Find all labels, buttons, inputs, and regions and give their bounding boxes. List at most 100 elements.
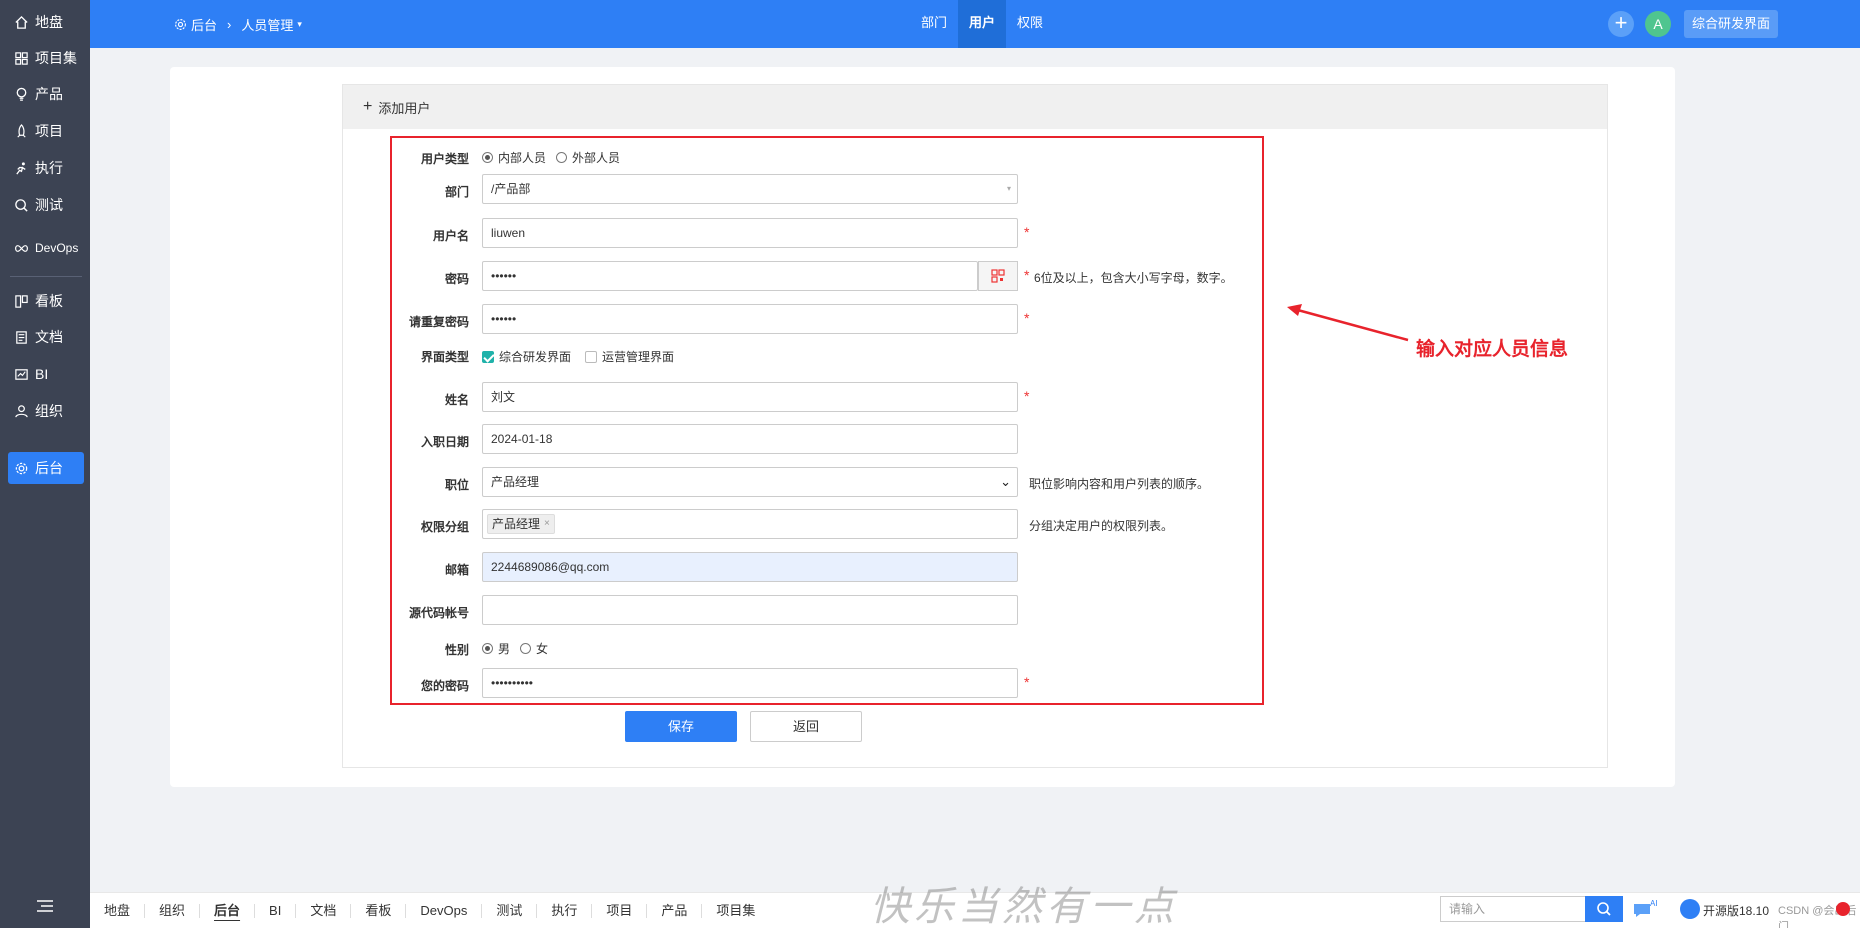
dept-select[interactable]: /产品部 ▾ bbox=[482, 174, 1018, 204]
tab-privilege[interactable]: 权限 bbox=[1006, 0, 1054, 48]
footer-item-test[interactable]: 测试 bbox=[482, 904, 538, 918]
save-button[interactable]: 保存 bbox=[625, 711, 737, 742]
footer-item-admin[interactable]: 后台 bbox=[200, 904, 256, 918]
radio-label: 内部人员 bbox=[498, 151, 547, 165]
view-switch-button[interactable]: 综合研发界面 bbox=[1684, 10, 1778, 38]
required-mark: * bbox=[1024, 674, 1030, 690]
radio-external[interactable]: 外部人员 bbox=[556, 149, 620, 166]
sidebar-item-home[interactable]: 地盘 bbox=[8, 6, 84, 38]
field-label: 界面类型 bbox=[420, 350, 469, 364]
password-repeat-input[interactable]: •••••• bbox=[482, 304, 1018, 334]
footer-item-devops[interactable]: DevOps bbox=[406, 904, 483, 918]
verify-password-input[interactable]: •••••••••• bbox=[482, 668, 1018, 698]
main-nav: 部门 用户 权限 bbox=[910, 0, 1054, 48]
commiter-input[interactable] bbox=[482, 595, 1018, 625]
quick-add-button[interactable]: + bbox=[1608, 11, 1634, 37]
chevron-down-icon: ▾ bbox=[297, 18, 302, 29]
remove-tag-icon[interactable]: × bbox=[544, 515, 550, 533]
sidebar-item-label: 地盘 bbox=[35, 14, 63, 30]
sidebar-item-devops[interactable]: DevOps bbox=[8, 232, 84, 264]
footer-item-execution[interactable]: 执行 bbox=[537, 904, 593, 918]
tab-dept[interactable]: 部门 bbox=[910, 0, 958, 48]
back-button[interactable]: 返回 bbox=[750, 711, 862, 742]
footer-item-product[interactable]: 产品 bbox=[647, 904, 703, 918]
sidebar-item-label: 看板 bbox=[35, 293, 63, 309]
footer-search-input[interactable]: 请输入 bbox=[1440, 896, 1586, 922]
sidebar-item-admin[interactable]: 后台 bbox=[8, 452, 84, 484]
radio-label: 女 bbox=[536, 642, 549, 656]
home-icon bbox=[15, 15, 28, 29]
sidebar-item-label: BI bbox=[35, 366, 49, 382]
field-label: 权限分组 bbox=[420, 520, 469, 534]
tab-user[interactable]: 用户 bbox=[958, 0, 1007, 48]
sidebar-item-label: 后台 bbox=[35, 460, 63, 476]
breadcrumb-item-admin[interactable]: 后台 bbox=[174, 15, 217, 34]
panel-title: 添加用户 bbox=[378, 100, 431, 116]
field-label: 部门 bbox=[444, 185, 469, 199]
role-help: 职位影响内容和用户列表的顺序。 bbox=[1029, 477, 1210, 491]
sidebar-item-execution[interactable]: 执行 bbox=[8, 152, 84, 184]
email-input[interactable]: 2244689086@qq.com bbox=[482, 552, 1018, 582]
field-label: 请重复密码 bbox=[408, 315, 469, 329]
gear-icon bbox=[175, 18, 186, 30]
radio-dot bbox=[520, 643, 532, 654]
svg-text:AI: AI bbox=[1650, 899, 1658, 908]
generate-password-button[interactable] bbox=[978, 261, 1018, 291]
field-label: 职位 bbox=[444, 478, 469, 492]
sidebar-item-bi[interactable]: BI bbox=[8, 358, 84, 390]
avatar[interactable]: A bbox=[1645, 11, 1671, 37]
ai-chat-icon[interactable]: AI bbox=[1632, 898, 1660, 920]
plus-icon: + bbox=[363, 98, 373, 115]
breadcrumb: 后台 › 人员管理 ▾ bbox=[174, 0, 302, 48]
group-help: 分组决定用户的权限列表。 bbox=[1029, 519, 1174, 533]
footer-item-org[interactable]: 组织 bbox=[145, 904, 201, 918]
run-icon bbox=[16, 161, 26, 175]
zentao-logo-icon bbox=[1680, 899, 1700, 919]
annotation-text: 输入对应人员信息 bbox=[1416, 339, 1569, 360]
footer-item-bi[interactable]: BI bbox=[255, 904, 297, 918]
sidebar-item-product[interactable]: 产品 bbox=[8, 78, 84, 110]
sidebar: 地盘 项目集 产品 项目 执行 测试 DevOps 看板 文档 BI 组织 后台 bbox=[0, 0, 90, 928]
footer-item-project[interactable]: 项目 bbox=[592, 904, 648, 918]
username-input[interactable]: liuwen bbox=[482, 218, 1018, 248]
footer-item-my[interactable]: 地盘 bbox=[90, 904, 146, 918]
radio-internal[interactable]: 内部人员 bbox=[482, 149, 546, 166]
annotation-arrow-icon bbox=[1287, 304, 1409, 342]
menu-collapse-icon[interactable] bbox=[34, 898, 56, 914]
role-select[interactable]: 产品经理 ⌄ bbox=[482, 467, 1018, 497]
sidebar-item-test[interactable]: 测试 bbox=[8, 189, 84, 221]
password-input[interactable]: •••••• bbox=[482, 261, 978, 291]
group-multiselect[interactable]: 产品经理 × bbox=[482, 509, 1018, 539]
sidebar-item-doc[interactable]: 文档 bbox=[8, 321, 84, 353]
people-icon bbox=[15, 404, 28, 417]
version-text: 开源版18.10 bbox=[1703, 904, 1770, 918]
sidebar-item-program[interactable]: 项目集 bbox=[8, 42, 84, 74]
chevron-down-icon: ⌄ bbox=[1000, 474, 1011, 489]
realname-input[interactable]: 刘文 bbox=[482, 382, 1018, 412]
radio-female[interactable]: 女 bbox=[520, 640, 548, 657]
breadcrumb-item-user-management[interactable]: 人员管理 ▾ bbox=[241, 15, 302, 34]
field-label: 用户类型 bbox=[420, 152, 469, 166]
field-label: 您的密码 bbox=[420, 679, 469, 693]
checkbox-ops-ui[interactable]: 运营管理界面 bbox=[585, 348, 674, 365]
sidebar-item-project[interactable]: 项目 bbox=[8, 115, 84, 147]
sidebar-item-kanban[interactable]: 看板 bbox=[8, 285, 84, 317]
tag-label: 产品经理 bbox=[492, 517, 541, 531]
checkbox-rnd-ui[interactable]: 综合研发界面 bbox=[482, 348, 571, 365]
footer-item-program[interactable]: 项目集 bbox=[702, 904, 769, 918]
sidebar-divider bbox=[10, 276, 82, 277]
search-button[interactable] bbox=[1585, 896, 1623, 922]
footer-nav: 地盘 组织 后台 BI 文档 看板 DevOps 测试 执行 项目 产品 项目集 bbox=[90, 893, 769, 928]
panel-header: + 添加用户 bbox=[343, 85, 1607, 129]
footer-item-kanban[interactable]: 看板 bbox=[351, 904, 407, 918]
required-mark: * bbox=[1024, 388, 1030, 404]
required-mark: * bbox=[1024, 224, 1030, 240]
sidebar-item-org[interactable]: 组织 bbox=[8, 395, 84, 427]
test-icon bbox=[15, 198, 28, 212]
radio-male[interactable]: 男 bbox=[482, 640, 510, 657]
field-label: 用户名 bbox=[432, 229, 469, 243]
lightbulb-icon bbox=[16, 87, 27, 101]
checkbox bbox=[585, 350, 598, 363]
footer-item-doc[interactable]: 文档 bbox=[296, 904, 352, 918]
join-date-input[interactable]: 2024-01-18 bbox=[482, 424, 1018, 454]
